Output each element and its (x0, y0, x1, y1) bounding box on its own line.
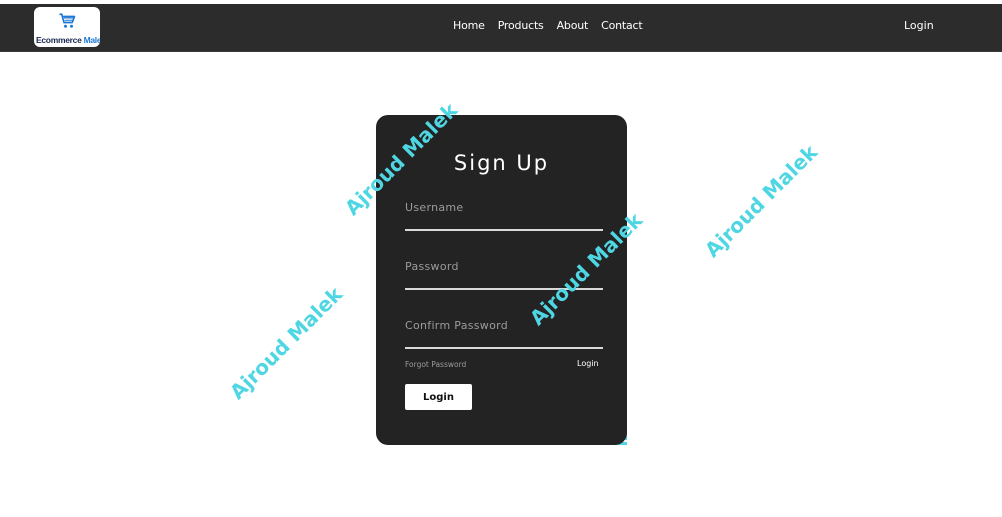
signup-card: Sign Up Username Password Confirm Passwo… (376, 115, 627, 445)
forgot-password-link[interactable]: Forgot Password (405, 360, 466, 369)
watermark-text: Ajroud Malek (699, 139, 823, 263)
signup-title: Sign Up (453, 151, 550, 175)
watermark-text: Ajroud Malek (224, 281, 348, 405)
username-field-group: Username (405, 201, 603, 231)
username-input[interactable] (405, 211, 603, 231)
brand-name: Ecommerce Malek (36, 35, 100, 45)
top-navbar: Ecommerce Malek Home Products About Cont… (0, 4, 1002, 52)
nav-link-about[interactable]: About (557, 19, 589, 32)
nav-link-contact[interactable]: Contact (601, 19, 643, 32)
nav-link-products[interactable]: Products (498, 19, 544, 32)
nav-links: Home Products About Contact (453, 19, 643, 32)
signup-card-wrapper: Sign Up Username Password Confirm Passwo… (376, 115, 627, 445)
password-field-group: Password (405, 260, 603, 290)
shopping-cart-icon (59, 13, 76, 28)
brand-logo[interactable]: Ecommerce Malek (34, 7, 100, 47)
confirm-password-input[interactable] (405, 329, 603, 349)
nav-login-link[interactable]: Login (904, 19, 934, 32)
card-login-link[interactable]: Login (577, 359, 599, 368)
brand-word-1: Ecommerce (36, 35, 82, 45)
login-button[interactable]: Login (405, 384, 472, 410)
nav-link-home[interactable]: Home (453, 19, 485, 32)
brand-word-2: Malek (83, 35, 100, 45)
confirm-password-field-group: Confirm Password (405, 319, 603, 349)
password-input[interactable] (405, 270, 603, 290)
